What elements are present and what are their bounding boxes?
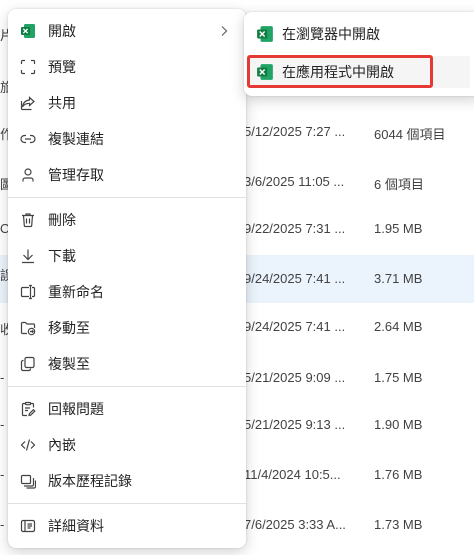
menu-item-label: 管理存取 [48,167,104,183]
menu-item-label: 內嵌 [48,437,76,453]
rename-icon [20,284,36,300]
menu-divider [8,386,246,387]
menu-item-copy-link[interactable]: 複製連結 [12,123,242,155]
menu-item-label: 移動至 [48,320,90,336]
menu-item-label: 重新命名 [48,284,104,300]
file-size: 1.90 MB [374,417,423,432]
menu-item-label: 複製連結 [48,131,104,147]
menu-item-label: 回報問題 [48,401,104,417]
file-size: 6044 個項目 [374,127,446,142]
download-icon [20,248,36,264]
modified-date: 5/12/2025 7:27 ... [244,124,346,139]
menu-item-label: 版本歷程記錄 [48,473,132,489]
modified-date: 9/24/2025 7:41 ... [244,319,346,334]
menu-item-label: 複製至 [48,356,90,372]
modified-date: 9/22/2025 7:31 ... [244,221,346,236]
menu-item-label: 詳細資料 [48,518,104,534]
person-icon [20,167,36,183]
submenu-item-label: 在應用程式中開啟 [282,64,394,80]
file-size: 1.95 MB [374,221,423,236]
menu-item-download[interactable]: 下載 [12,240,242,272]
menu-item-report[interactable]: 回報問題 [12,393,242,425]
modified-date: 7/6/2025 3:33 A... [244,517,346,532]
trash-icon [20,212,36,228]
share-icon [20,95,36,111]
excel-icon [256,63,274,81]
modified-date: 9/24/2025 7:41 ... [244,271,346,286]
submenu-item-open-in-app[interactable]: 在應用程式中開啟 [248,56,470,88]
menu-item-label: 刪除 [48,212,76,228]
details-icon [20,518,36,534]
menu-item-embed[interactable]: 內嵌 [12,429,242,461]
file-size: 1.73 MB [374,517,423,532]
menu-item-label: 預覽 [48,59,76,75]
menu-item-move-to[interactable]: 移動至 [12,312,242,344]
file-size: 1.76 MB [374,467,423,482]
modified-date: 11/4/2024 10:5... [244,467,341,482]
modified-date: 5/21/2025 9:09 ... [244,370,346,385]
file-size: 3.71 MB [374,271,423,286]
excel-icon [20,23,36,39]
version-history-icon [20,473,36,489]
code-icon [20,437,36,453]
open-submenu: 在瀏覽器中開啟 在應用程式中開啟 [244,12,474,96]
menu-divider [8,503,246,504]
menu-item-manage-access[interactable]: 管理存取 [12,159,242,191]
modified-date: 5/21/2025 9:13 ... [244,417,346,432]
menu-item-rename[interactable]: 重新命名 [12,276,242,308]
modified-date: 3/6/2025 11:05 ... [244,174,345,189]
chevron-right-icon [220,25,234,37]
link-icon [20,131,36,147]
submenu-item-open-in-browser[interactable]: 在瀏覽器中開啟 [248,18,470,50]
file-size: 1.75 MB [374,370,423,385]
menu-item-preview[interactable]: 預覽 [12,51,242,83]
menu-item-label: 開啟 [48,23,76,39]
file-size: 2.64 MB [374,319,423,334]
copy-icon [20,356,36,372]
menu-divider [8,197,246,198]
move-folder-icon [20,320,36,336]
submenu-item-label: 在瀏覽器中開啟 [282,26,380,42]
file-size: 6 個項目 [374,177,424,192]
menu-item-label: 共用 [48,95,76,111]
menu-item-copy-to[interactable]: 複製至 [12,348,242,380]
menu-item-delete[interactable]: 刪除 [12,204,242,236]
preview-icon [20,59,36,75]
menu-item-share[interactable]: 共用 [12,87,242,119]
menu-item-open[interactable]: 開啟 [12,15,242,47]
excel-icon [256,25,274,43]
context-menu: 開啟 預覽 共用 複製連結 管理存取 刪除 下載 重新命名 移動至 複製至 回報… [8,9,246,548]
menu-item-label: 下載 [48,248,76,264]
clipboard-edit-icon [20,401,36,417]
menu-item-version-history[interactable]: 版本歷程記錄 [12,465,242,497]
menu-item-details[interactable]: 詳細資料 [12,510,242,542]
